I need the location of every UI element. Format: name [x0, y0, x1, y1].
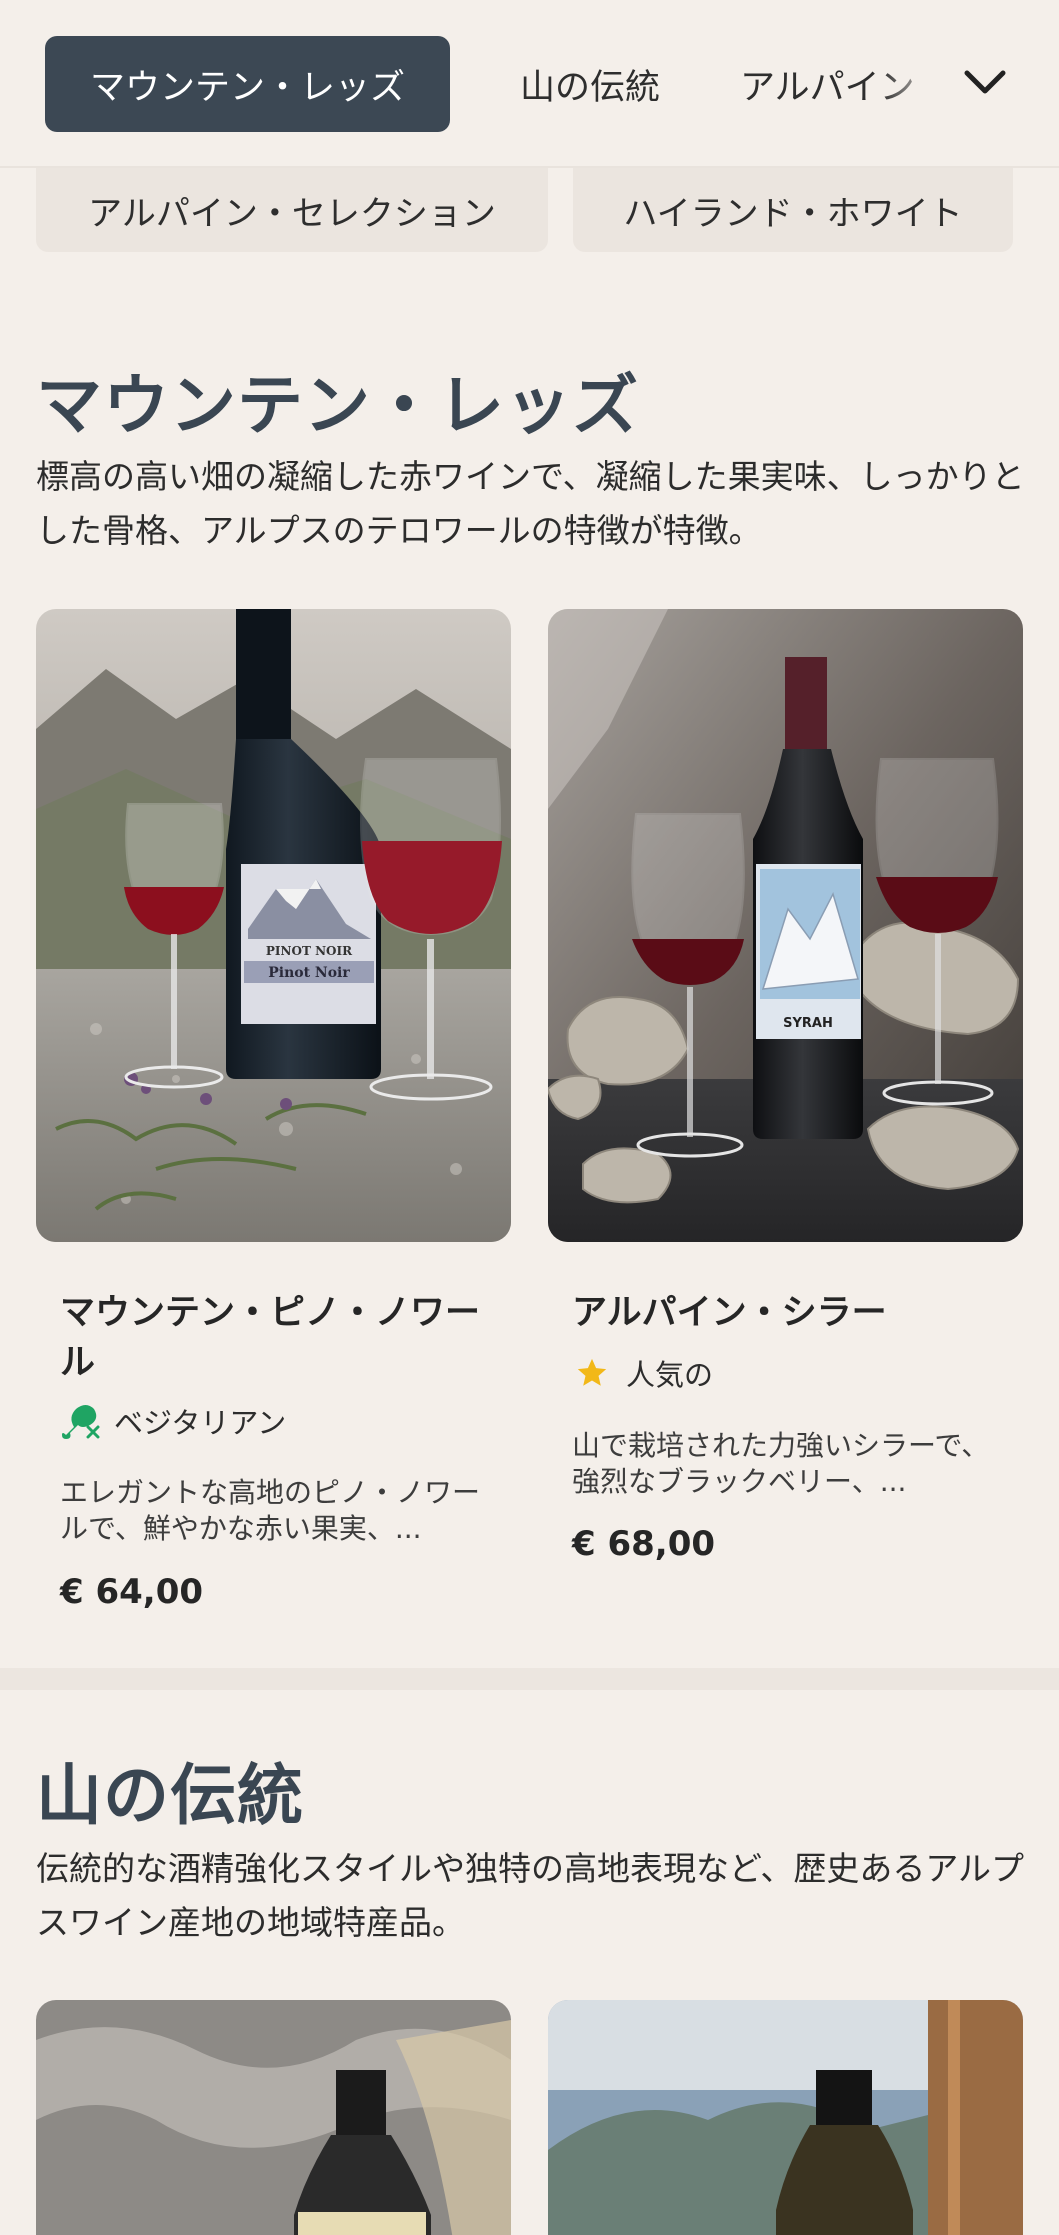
section-divider	[0, 1668, 1059, 1690]
section-title: マウンテン・レッズ	[36, 367, 639, 444]
product-tag-label: ベジタリアン	[114, 1406, 287, 1440]
product-image[interactable]	[548, 2000, 1023, 2235]
category-nav: マウンテン・レッズ 山の伝統 アルパイン	[0, 0, 1059, 168]
tab-mountain-tradition[interactable]: 山の伝統	[490, 36, 690, 132]
product-description: 山で栽培された力強いシラーで、強烈なブラックベリー、...	[572, 1429, 990, 1498]
product-tag-label: 人気の	[626, 1358, 714, 1392]
product-image-syrah[interactable]: SYRAH	[548, 609, 1023, 1242]
chevron-down-icon[interactable]	[955, 50, 1015, 114]
section-description: 標高の高い畑の凝縮した赤ワインで、凝縮した果実味、しっかりとした骨格、アルプスの…	[36, 457, 1025, 550]
chip-highland-white[interactable]: ハイランド・ホワイト	[573, 168, 1013, 252]
product-name[interactable]: マウンテン・ピノ・ノワール	[60, 1288, 480, 1388]
bottle-label-line2: Pinot Noir	[268, 965, 350, 981]
product-price: € 64,00	[60, 1572, 204, 1612]
product-image-pinot-noir[interactable]: PINOT NOIR Pinot Noir	[36, 609, 511, 1242]
product-image[interactable]	[36, 2000, 511, 2235]
product-price: € 68,00	[572, 1524, 716, 1564]
menu-page: マウンテン・レッズ 山の伝統 アルパイン アルパイン・セレクション ハイランド・…	[0, 0, 1059, 2235]
subcategory-chips: アルパイン・セレクション ハイランド・ホワイト	[0, 168, 1059, 252]
chip-alpine-selection[interactable]: アルパイン・セレクション	[36, 168, 548, 252]
product-tag: ベジタリアン	[60, 1400, 286, 1442]
section-description: 伝統的な酒精強化スタイルや独特の高地表現など、歴史あるアルプスワイン産地の地域特…	[36, 1849, 1025, 1942]
product-description: エレガントな高地のピノ・ノワールで、鮮やかな赤い果実、...	[60, 1476, 481, 1545]
product-tag: 人気の	[572, 1352, 713, 1394]
tab-mountain-reds[interactable]: マウンテン・レッズ	[45, 36, 450, 132]
star-icon	[572, 1353, 612, 1393]
product-name[interactable]: アルパイン・シラー	[572, 1288, 992, 1338]
section-title: 山の伝統	[36, 1757, 304, 1834]
vegetarian-drumstick-icon	[60, 1401, 100, 1441]
bottle-label-line1: PINOT NOIR	[266, 944, 353, 958]
bottle-label-syrah: SYRAH	[783, 1016, 833, 1031]
